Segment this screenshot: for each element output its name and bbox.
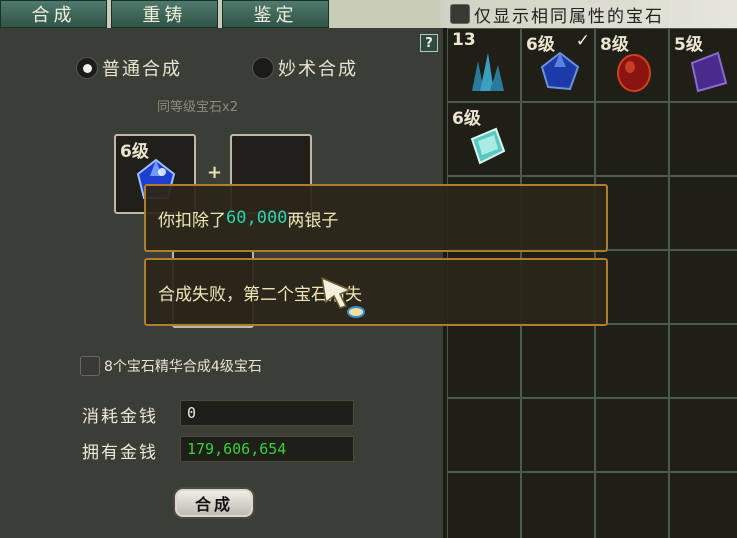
inventory-cell[interactable] xyxy=(669,398,737,472)
essence-label: 8个宝石精华合成4级宝石 xyxy=(104,359,262,375)
inventory-cell[interactable]: 8级 xyxy=(595,28,669,102)
purple-gem-icon xyxy=(690,51,728,93)
inventory-cell[interactable] xyxy=(595,102,669,176)
inventory-cell[interactable] xyxy=(521,398,595,472)
inventory-cell[interactable] xyxy=(447,472,521,538)
requirement-hint: 同等级宝石x2 xyxy=(157,100,238,115)
inventory-cell[interactable] xyxy=(447,398,521,472)
money-deducted-notice: 你扣除了 60,000 两银子 xyxy=(144,184,608,252)
plus-sign: + xyxy=(207,162,223,183)
same-attribute-label: 仅显示相同属性的宝石 xyxy=(474,6,664,27)
red-gem-icon xyxy=(617,54,651,92)
mode-normal-option[interactable]: 普通合成 xyxy=(76,55,182,81)
inventory-cell[interactable] xyxy=(447,324,521,398)
owned-money-label: 拥有金钱 xyxy=(82,443,158,463)
tab-synthesize[interactable]: 合成 xyxy=(0,0,107,28)
essence-option[interactable]: 8个宝石精华合成4级宝石 xyxy=(80,356,262,376)
inventory-cell[interactable] xyxy=(669,324,737,398)
synthesize-button[interactable]: 合成 xyxy=(173,487,255,519)
inventory-cell[interactable] xyxy=(669,472,737,538)
inventory-cell[interactable] xyxy=(595,398,669,472)
blue-gem-icon xyxy=(540,51,580,91)
inventory-cell[interactable]: 5级 xyxy=(669,28,737,102)
inventory-cell[interactable] xyxy=(669,176,737,250)
essence-checkbox[interactable] xyxy=(80,356,100,376)
help-button[interactable]: ? xyxy=(420,34,438,52)
radio-icon xyxy=(252,57,274,79)
cost-value: 0 xyxy=(180,400,354,426)
inventory-cell[interactable]: 6级 ✓ xyxy=(521,28,595,102)
inventory-cell[interactable] xyxy=(521,472,595,538)
notice-prefix: 你扣除了 xyxy=(158,210,226,231)
cursor-icon xyxy=(321,276,365,318)
mode-skill-label: 妙术合成 xyxy=(278,59,358,80)
synthesis-failed-notice: 合成失败，第二个宝石消失 xyxy=(144,258,608,326)
same-attribute-checkbox[interactable] xyxy=(450,4,470,24)
crystal-cluster-icon xyxy=(472,53,504,91)
owned-money-value: 179,606,654 xyxy=(180,436,354,462)
inventory-cell[interactable] xyxy=(595,472,669,538)
radio-icon xyxy=(76,57,98,79)
filter-bar: 仅显示相同属性的宝石 xyxy=(440,0,737,28)
tab-bar: 合成 重铸 鉴定 xyxy=(0,0,440,28)
notice-suffix: 两银子 xyxy=(287,210,339,231)
tab-identify[interactable]: 鉴定 xyxy=(222,0,329,28)
inventory-cell[interactable] xyxy=(595,324,669,398)
tab-recast[interactable]: 重铸 xyxy=(111,0,218,28)
mode-skill-option[interactable]: 妙术合成 xyxy=(252,55,358,81)
cost-label: 消耗金钱 xyxy=(82,407,158,427)
inventory-cell[interactable]: 6级 xyxy=(447,102,521,176)
inventory-cell[interactable] xyxy=(521,324,595,398)
inventory-cell[interactable] xyxy=(669,102,737,176)
mode-normal-label: 普通合成 xyxy=(102,59,182,80)
inventory-cell[interactable] xyxy=(521,102,595,176)
inventory-cell[interactable]: 13 xyxy=(447,28,521,102)
inventory-cell[interactable] xyxy=(669,250,737,324)
notice-amount: 60,000 xyxy=(226,208,288,228)
cyan-gem-icon xyxy=(470,127,506,165)
